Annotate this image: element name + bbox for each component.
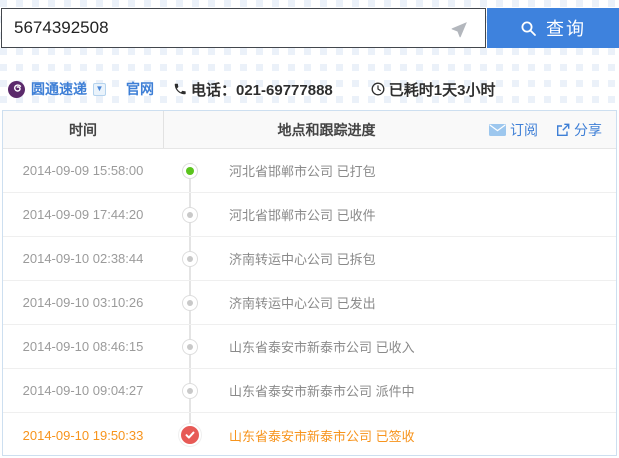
official-site-link[interactable]: 官网 [126, 79, 154, 99]
row-status: 河北省邯郸市公司 已打包 [229, 164, 376, 179]
row-status: 济南转运中心公司 已拆包 [229, 252, 376, 267]
row-time: 2014-09-10 19:50:33 [22, 427, 144, 443]
tracking-number-input[interactable] [2, 9, 451, 47]
table-body: 2014-09-09 15:58:00 河北省邯郸市公司 已打包 2014-09-0… [3, 149, 616, 457]
row-time: 2014-09-10 03:10:26 [22, 295, 144, 310]
courier-dropdown[interactable]: ▼ [93, 82, 106, 96]
courier-name-link[interactable]: 圆通速递 [31, 79, 87, 99]
courier-logo-icon [8, 80, 25, 98]
row-time: 2014-09-10 08:46:15 [22, 339, 144, 354]
header-progress: 地点和跟踪进度 [277, 121, 376, 138]
row-time: 2014-09-10 02:38:44 [22, 251, 144, 266]
query-button-label: 查询 [546, 19, 586, 39]
share-link[interactable]: 分享 [556, 120, 602, 140]
share-label: 分享 [574, 121, 602, 138]
phone-number: 电话：021-69777888 [191, 81, 333, 99]
table-row: 2014-09-10 19:50:33 山东省泰安市新泰市公司 已签收 [3, 413, 616, 457]
row-status: 山东省泰安市新泰市公司 派件中 [229, 384, 415, 399]
phone-icon [173, 82, 187, 96]
row-time: 2014-09-09 17:44:20 [22, 207, 144, 222]
subscribe-label: 订阅 [510, 121, 538, 138]
table-row: 2014-09-09 17:44:20 河北省邯郸市公司 已收件 [3, 193, 616, 237]
table-row: 2014-09-09 15:58:00 河北省邯郸市公司 已打包 [3, 149, 616, 193]
timeline-dot [182, 338, 198, 355]
subscribe-link[interactable]: 订阅 [489, 120, 538, 140]
row-time: 2014-09-09 15:58:00 [22, 163, 144, 178]
query-button[interactable]: 查询 [487, 8, 619, 48]
tracking-table: 时间 地点和跟踪进度 订阅 分享 2014-09-09 15:58:00 河北省… [2, 110, 617, 456]
clock-icon [371, 82, 385, 96]
chevron-down-icon: ▼ [95, 84, 104, 93]
row-status: 山东省泰安市新泰市公司 已收入 [229, 340, 415, 355]
elapsed-time: 已耗时1天3小时 [388, 81, 496, 99]
search-bar [1, 8, 486, 48]
table-row: 2014-09-10 09:04:27 山东省泰安市新泰市公司 派件中 [3, 369, 616, 413]
check-icon [179, 424, 201, 446]
row-status: 山东省泰安市新泰市公司 已签收 [229, 428, 415, 444]
row-time: 2014-09-10 09:04:27 [22, 383, 144, 398]
table-row: 2014-09-10 03:10:26 济南转运中心公司 已发出 [3, 281, 616, 325]
share-icon [556, 123, 570, 137]
table-row: 2014-09-10 02:38:44 济南转运中心公司 已拆包 [3, 237, 616, 281]
timeline-dot [182, 294, 198, 311]
envelope-icon [489, 123, 506, 136]
table-row: 2014-09-10 08:46:15 山东省泰安市新泰市公司 已收入 [3, 325, 616, 369]
row-status: 河北省邯郸市公司 已收件 [229, 208, 376, 223]
timeline-dot [182, 382, 198, 399]
timeline-dot [182, 206, 198, 223]
table-header: 时间 地点和跟踪进度 订阅 分享 [3, 111, 616, 149]
timeline-dot [182, 250, 198, 267]
row-status: 济南转运中心公司 已发出 [229, 296, 376, 311]
table-actions: 订阅 分享 [489, 111, 616, 148]
header-time: 时间 [3, 111, 164, 148]
express-tracking-page: 查询 圆通速递 ▼ 官网 电话：021-69777888 已耗时1天3小时 [0, 0, 619, 458]
timeline-dot [182, 162, 198, 179]
courier-bar: 圆通速递 ▼ 官网 电话：021-69777888 已耗时1天3小时 [8, 78, 495, 100]
magnifier-icon [520, 20, 537, 37]
paper-plane-icon [451, 18, 471, 38]
